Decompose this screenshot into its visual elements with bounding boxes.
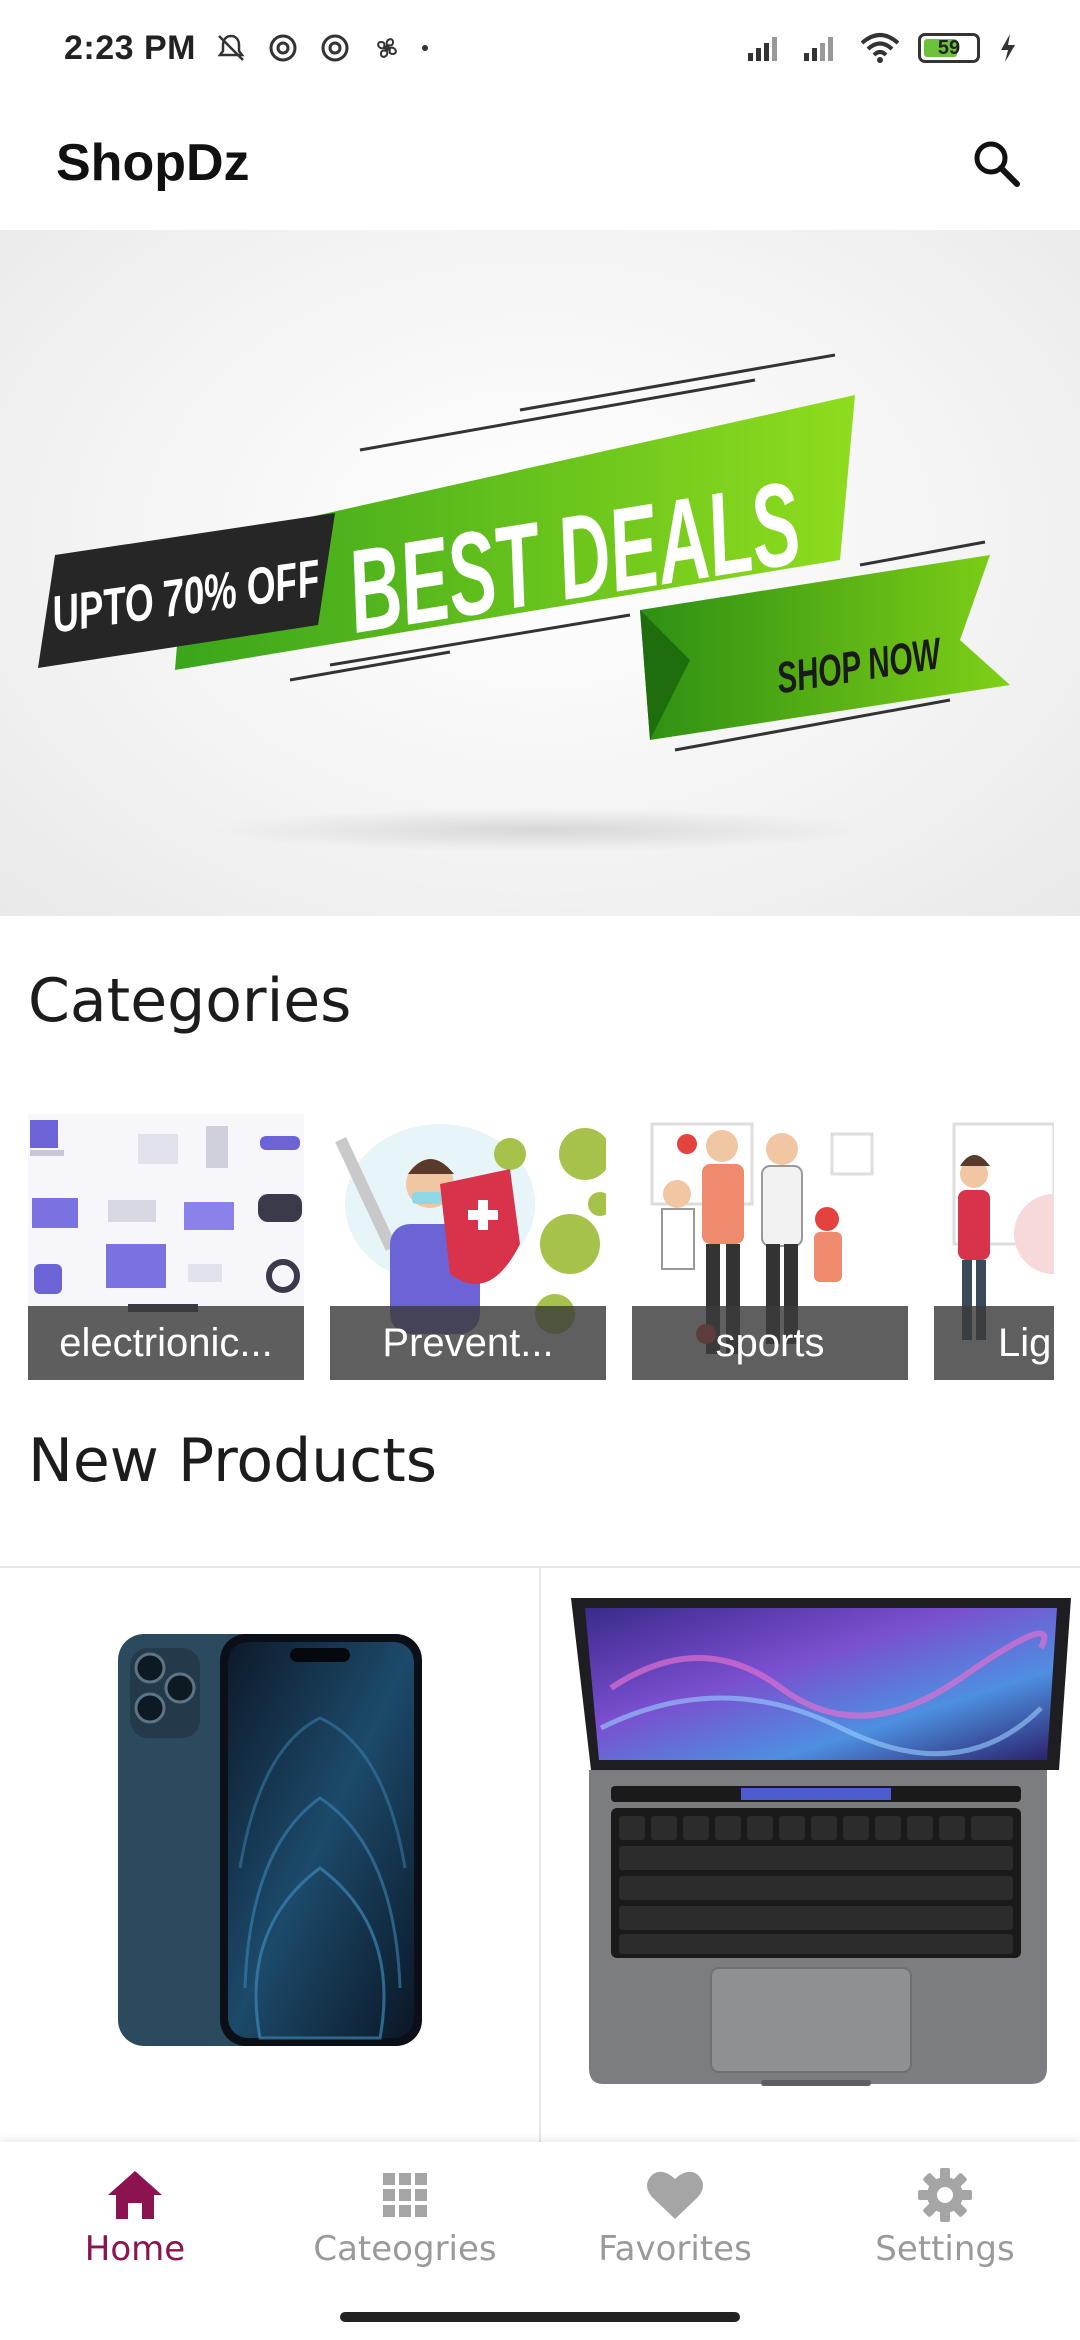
nav-categories-label: Cateogries [313, 2229, 497, 2269]
category-label: electrionic... [59, 1320, 273, 1365]
nav-favorites[interactable]: Favorites [540, 2142, 810, 2292]
nav-home[interactable]: Home [0, 2142, 270, 2292]
wifi-icon [858, 31, 902, 65]
at-icon [266, 31, 300, 65]
category-card-sports[interactable]: sports [632, 1114, 908, 1380]
category-label-bg: electrionic... [28, 1306, 304, 1380]
status-time: 2:23 PM [64, 28, 196, 67]
new-products-title: New Products [28, 1426, 438, 1496]
nav-categories[interactable]: Cateogries [270, 2142, 540, 2292]
heart-icon [645, 2165, 705, 2225]
grid-icon [375, 2165, 435, 2225]
battery-icon: 59 [918, 33, 980, 63]
search-icon [974, 141, 1020, 187]
category-label-bg: Lig [934, 1306, 1054, 1380]
app-title: ShopDz [56, 134, 250, 192]
banner-graphic: UPTO 70% OFF BEST DEALS SHOP NOW [38, 353, 1010, 852]
app-bar: ShopDz [0, 96, 1080, 230]
nav-home-label: Home [84, 2229, 186, 2269]
signal-icon [802, 31, 842, 65]
bell-off-icon [214, 31, 248, 65]
home-icon [105, 2165, 165, 2225]
iphone-image [118, 1634, 422, 2046]
category-label-bg: Prevent... [330, 1306, 606, 1380]
categories-title: Categories [28, 966, 352, 1036]
status-left: 2:23 PM [64, 29, 428, 68]
category-card-lighting[interactable]: Lig [934, 1114, 1054, 1380]
promo-banner[interactable]: UPTO 70% OFF BEST DEALS SHOP NOW [0, 230, 1080, 916]
category-label: sports [715, 1320, 825, 1365]
category-label: Lig [998, 1320, 1052, 1365]
charging-icon [996, 31, 1020, 65]
product-card-macbook[interactable] [539, 1568, 1080, 2144]
status-bar: 2:23 PM 59 [0, 0, 1080, 96]
categories-list: electrionic... Prevent... sports Lig [28, 1114, 1080, 1380]
category-card-electronics[interactable]: electrionic... [28, 1114, 304, 1380]
category-card-prevention[interactable]: Prevent... [330, 1114, 606, 1380]
dot-icon [422, 45, 428, 51]
gear-icon [915, 2165, 975, 2225]
product-card-iphone[interactable] [0, 1568, 539, 2144]
macbook-image [571, 1598, 1071, 2086]
search-button[interactable] [960, 127, 1032, 199]
products-grid [0, 1566, 1080, 2144]
category-label: Prevent... [382, 1320, 554, 1365]
status-right: 59 [746, 31, 1020, 65]
nav-settings[interactable]: Settings [810, 2142, 1080, 2292]
nav-settings-label: Settings [875, 2229, 1015, 2269]
nav-favorites-label: Favorites [598, 2229, 752, 2269]
bottom-navigation: Home Cateogries Favorites Settings [0, 2142, 1080, 2340]
home-indicator[interactable] [340, 2312, 740, 2322]
fan-icon [370, 31, 404, 65]
battery-level: 59 [937, 36, 961, 59]
signal-icon [746, 31, 786, 65]
category-label-bg: sports [632, 1306, 908, 1380]
at-icon [318, 31, 352, 65]
